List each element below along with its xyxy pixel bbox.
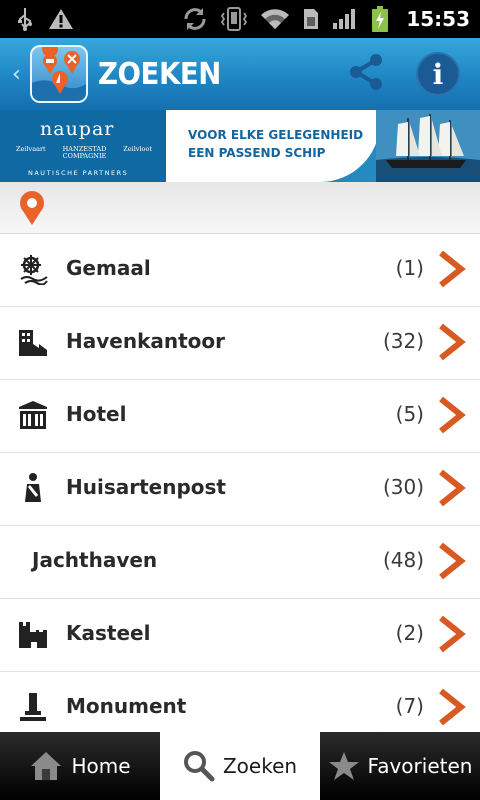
- sub-brand: Zeilvloot: [123, 145, 152, 153]
- category-list: Gemaal (1) Havenkantoor (32) Hotel (5) H…: [0, 234, 480, 732]
- banner-logo-area: naupar Zeilvaart HANZESTAD COMPAGNIE Zei…: [0, 110, 168, 182]
- signal-icon: [332, 7, 358, 31]
- tab-favorieten[interactable]: Favorieten: [320, 732, 480, 800]
- list-item[interactable]: Gemaal (1): [0, 234, 480, 307]
- chevron-right-icon: [439, 250, 466, 288]
- list-item-label: Gemaal: [66, 256, 151, 280]
- location-pin-icon: [20, 191, 44, 225]
- list-item-label: Havenkantoor: [66, 329, 226, 353]
- battery-charging-icon: [370, 5, 390, 33]
- sailing-ship-image: [376, 110, 480, 182]
- list-item[interactable]: Jachthaven (48): [0, 526, 480, 599]
- tab-favorieten-label: Favorieten: [367, 754, 473, 778]
- list-item-count: (30): [382, 475, 424, 499]
- warning-icon: [48, 7, 74, 31]
- list-item[interactable]: Havenkantoor (32): [0, 307, 480, 380]
- chevron-right-icon: [439, 396, 466, 434]
- wifi-icon: [260, 7, 290, 31]
- list-item-label: Kasteel: [66, 621, 151, 645]
- info-button[interactable]: i: [416, 52, 460, 96]
- page-title: ZOEKEN: [98, 56, 221, 92]
- castle-icon: [16, 617, 50, 651]
- list-item[interactable]: Huisartenpost (30): [0, 453, 480, 526]
- harbour-office-icon: [16, 325, 50, 359]
- ad-banner[interactable]: naupar Zeilvaart HANZESTAD COMPAGNIE Zei…: [0, 110, 480, 182]
- info-icon: i: [432, 57, 444, 91]
- list-item-count: (2): [395, 621, 424, 645]
- banner-brand: naupar: [40, 118, 115, 140]
- back-chevron-icon[interactable]: ‹: [12, 62, 26, 87]
- tab-zoeken-label: Zoeken: [222, 754, 298, 778]
- chevron-right-icon: [439, 542, 466, 580]
- list-item-count: (7): [395, 694, 424, 718]
- vibrate-icon: [220, 6, 248, 32]
- chevron-right-icon: [439, 469, 466, 507]
- list-item-count: (1): [395, 256, 424, 280]
- banner-sub-brands: Zeilvaart HANZESTAD COMPAGNIE Zeilvloot: [16, 146, 152, 159]
- status-bar: 15:53: [0, 0, 480, 38]
- action-bar: ‹ ZOEKEN i: [0, 38, 480, 110]
- tab-home[interactable]: Home: [0, 732, 160, 800]
- banner-line1: VOOR ELKE GELEGENHEID: [188, 128, 364, 142]
- list-item-label: Hotel: [66, 402, 127, 426]
- star-icon: [328, 750, 360, 782]
- chevron-right-icon: [439, 615, 466, 653]
- status-time: 15:53: [406, 7, 470, 31]
- list-item-label: Jachthaven: [32, 548, 158, 572]
- list-item-count: (48): [382, 548, 424, 572]
- sync-icon: [182, 6, 208, 32]
- list-item-count: (5): [395, 402, 424, 426]
- doctor-icon: [16, 471, 50, 505]
- list-item-label: Huisartenpost: [66, 475, 226, 499]
- usb-icon: [16, 7, 34, 31]
- bottom-tab-bar: Home Zoeken Favorieten: [0, 732, 480, 800]
- list-item[interactable]: Monument (7): [0, 672, 480, 732]
- search-icon: [183, 750, 215, 782]
- tab-zoeken[interactable]: Zoeken: [160, 732, 320, 800]
- location-bar[interactable]: [0, 182, 480, 234]
- chevron-right-icon: [439, 688, 466, 726]
- list-item-label: Monument: [66, 694, 187, 718]
- pumping-station-icon: [16, 252, 50, 286]
- list-item[interactable]: Kasteel (2): [0, 599, 480, 672]
- tab-home-label: Home: [71, 754, 131, 778]
- share-button[interactable]: [344, 52, 388, 96]
- home-icon: [29, 750, 63, 782]
- list-item[interactable]: Hotel (5): [0, 380, 480, 453]
- sub-brand: Zeilvaart: [16, 145, 46, 153]
- sim-icon: [302, 7, 320, 31]
- monument-icon: [16, 690, 50, 724]
- banner-line2: EEN PASSEND SCHIP: [188, 146, 326, 160]
- chevron-right-icon: [439, 323, 466, 361]
- list-item-count: (32): [382, 329, 424, 353]
- sub-brand: HANZESTAD COMPAGNIE: [62, 145, 107, 160]
- share-icon: [346, 52, 386, 96]
- hotel-icon: [16, 398, 50, 432]
- app-logo[interactable]: [30, 45, 88, 103]
- banner-tagline: NAUTISCHE PARTNERS: [28, 169, 129, 177]
